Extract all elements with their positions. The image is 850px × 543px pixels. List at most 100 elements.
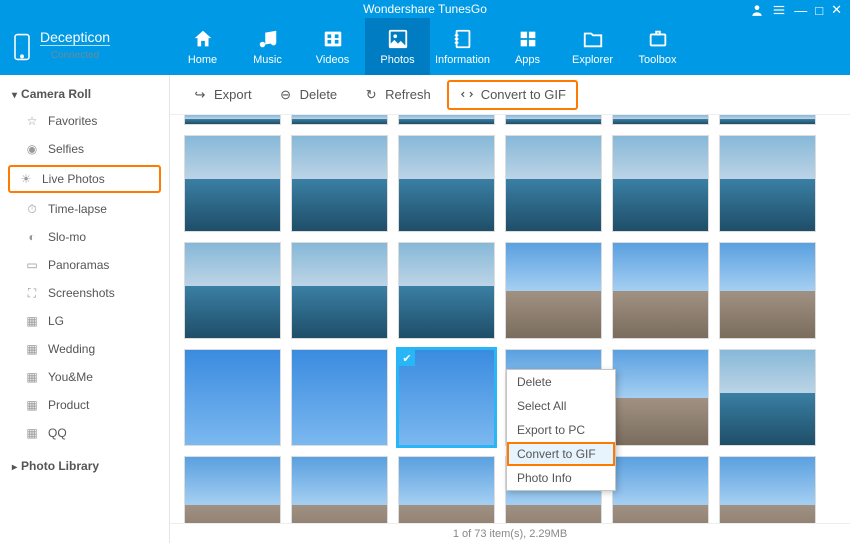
sidebar-item-label: Product [48,398,89,412]
context-menu-item-select-all[interactable]: Select All [507,394,615,418]
photo-thumbnail[interactable] [719,456,816,523]
sidebar-item-label: LG [48,314,64,328]
close-icon[interactable]: ✕ [831,2,842,18]
sidebar-item-icon: ☀ [18,171,34,187]
sidebar-item-icon: ▦ [24,425,40,441]
delete-button[interactable]: ⊖Delete [268,82,348,108]
photo-thumbnail[interactable] [398,349,495,446]
nav-label: Videos [316,54,349,66]
convert-to-gif-button[interactable]: Convert to GIF [447,80,578,110]
context-menu-item-delete[interactable]: Delete [507,370,615,394]
photo-thumbnail[interactable] [184,456,281,523]
device-panel[interactable]: Decepticon Connected [0,29,170,65]
nav-photos[interactable]: Photos [365,18,430,75]
context-menu-item-convert-to-gif[interactable]: Convert to GIF [507,442,615,466]
export-button[interactable]: ↪Export [182,82,262,108]
sidebar-item-label: Wedding [48,342,95,356]
nav-label: Toolbox [639,54,677,66]
photo-thumbnail[interactable] [719,115,816,125]
nav-apps[interactable]: Apps [495,18,560,75]
photo-thumbnail[interactable] [184,242,281,339]
nav-label: Apps [515,54,540,66]
refresh-button[interactable]: ↻Refresh [353,82,441,108]
photo-thumbnail[interactable] [184,135,281,232]
nav-information[interactable]: Information [430,18,495,75]
thumbnail-row [184,242,836,339]
sidebar-item-live-photos[interactable]: ☀Live Photos [8,165,161,193]
sidebar-item-lg[interactable]: ▦LG [0,307,169,335]
photo-thumbnail[interactable] [505,242,602,339]
photo-thumbnail[interactable] [612,456,709,523]
sidebar-item-wedding[interactable]: ▦ Wedding [0,335,169,363]
nav-label: Information [435,54,490,66]
photo-thumbnail[interactable] [291,115,388,125]
photo-thumbnail[interactable] [505,135,602,232]
thumbnail-row [184,135,836,232]
photo-thumbnail[interactable] [719,349,816,446]
photo-thumbnail[interactable] [505,115,602,125]
context-menu-item-photo-info[interactable]: Photo Info [507,466,615,490]
status-bar: 1 of 73 item(s), 2.29MB [170,523,850,543]
photo-thumbnail[interactable] [184,349,281,446]
sidebar-item-icon: ▦ [24,341,40,357]
sidebar-item-time-lapse[interactable]: ⏱Time-lapse [0,195,169,223]
sidebar-item-icon: ◉ [24,141,40,157]
nav-label: Music [253,54,282,66]
sidebar-item-qq[interactable]: ▦QQ [0,419,169,447]
sidebar-item-label: Time-lapse [48,202,107,216]
sidebar-item-icon: ▦ [24,369,40,385]
sidebar-item-you-me[interactable]: ▦ You&Me [0,363,169,391]
main-nav: Home Music Videos Photos Information Apps Expl… [170,18,690,75]
sidebar-item-panoramas[interactable]: ▭Panoramas [0,251,169,279]
nav-home[interactable]: Home [170,18,235,75]
sidebar-item-label: Favorites [48,114,97,128]
photo-thumbnail[interactable] [398,242,495,339]
sidebar-item-selfies[interactable]: ◉ Selfies [0,135,169,163]
photo-thumbnail[interactable] [612,242,709,339]
photo-thumbnail[interactable] [291,242,388,339]
context-menu: DeleteSelect AllExport to PCConvert to G… [506,369,616,491]
photo-grid: DeleteSelect AllExport to PCConvert to G… [170,115,850,523]
sidebar-item-label: Slo-mo [48,230,86,244]
photo-thumbnail[interactable] [184,115,281,125]
photo-thumbnail[interactable] [719,135,816,232]
nav-videos[interactable]: Videos [300,18,365,75]
sidebar-item-icon: ◐ [24,229,40,245]
photo-thumbnail[interactable] [291,456,388,523]
maximize-icon[interactable]: □ [815,2,823,18]
sidebar-item-slo-mo[interactable]: ◐ Slo-mo [0,223,169,251]
menu-icon[interactable] [772,2,786,18]
photo-thumbnail[interactable] [398,115,495,125]
nav-explorer[interactable]: Explorer [560,18,625,75]
photo-thumbnail[interactable] [612,135,709,232]
sidebar-item-label: Selfies [48,142,84,156]
user-icon[interactable] [750,2,764,18]
toolbar: ↪Export ⊖Delete ↻Refresh Convert to GIF [170,75,850,115]
thumbnail-row: DeleteSelect AllExport to PCConvert to G… [184,349,836,446]
photo-thumbnail[interactable] [291,349,388,446]
sidebar-category-camera-roll[interactable]: ▾Camera Roll [0,81,169,107]
sidebar-item-icon: ☆ [24,113,40,129]
photo-thumbnail[interactable] [398,135,495,232]
photo-thumbnail[interactable] [398,456,495,523]
export-icon: ↪ [192,87,208,103]
sidebar-item-product[interactable]: ▦Product [0,391,169,419]
photo-thumbnail[interactable] [612,115,709,125]
app-title: Wondershare TunesGo [363,2,487,16]
photo-thumbnail[interactable] [291,135,388,232]
device-status: Connected [40,45,110,65]
photo-thumbnail[interactable] [719,242,816,339]
refresh-icon: ↻ [363,87,379,103]
minimize-icon[interactable]: — [794,2,807,18]
title-bar: Wondershare TunesGo — □ ✕ [0,0,850,18]
sidebar-item-label: You&Me [48,370,93,384]
sidebar-item-label: Screenshots [48,286,115,300]
context-menu-item-export-to-pc[interactable]: Export to PC [507,418,615,442]
sidebar-item-screenshots[interactable]: ⛶Screenshots [0,279,169,307]
nav-music[interactable]: Music [235,18,300,75]
delete-icon: ⊖ [278,87,294,103]
nav-toolbox[interactable]: Toolbox [625,18,690,75]
photo-thumbnail[interactable] [612,349,709,446]
sidebar-category-photo-library[interactable]: ▸Photo Library [0,453,169,479]
sidebar-item-favorites[interactable]: ☆ Favorites [0,107,169,135]
